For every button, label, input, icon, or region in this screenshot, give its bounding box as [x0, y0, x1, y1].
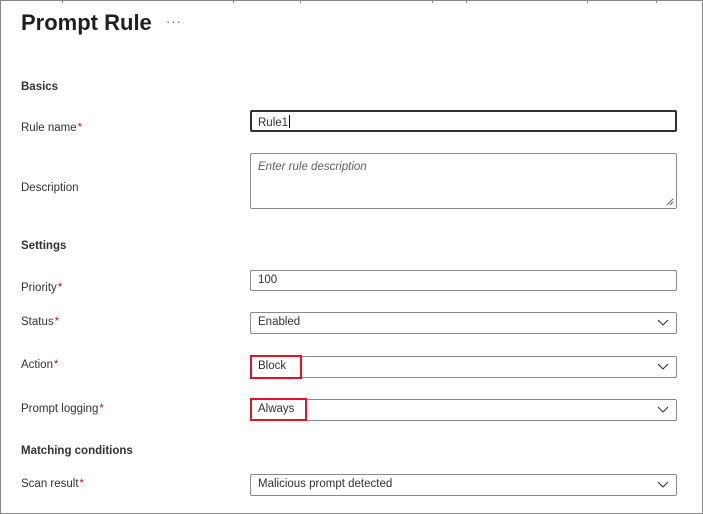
chevron-down-icon — [657, 363, 669, 370]
prompt-logging-label-text: Prompt logging — [21, 403, 99, 415]
priority-value: 100 — [258, 274, 278, 286]
required-mark: * — [79, 478, 85, 490]
resize-grip-icon[interactable] — [666, 198, 674, 206]
priority-label-text: Priority — [21, 282, 57, 294]
priority-input[interactable]: 100 — [250, 270, 677, 291]
priority-label: Priority* — [21, 282, 62, 294]
description-label: Description — [21, 182, 79, 194]
status-value: Enabled — [258, 316, 301, 328]
ellipsis-icon: ··· — [166, 14, 182, 29]
description-textarea[interactable]: Enter rule description — [250, 153, 677, 209]
rule-name-label: Rule name* — [21, 122, 82, 134]
section-heading-settings: Settings — [21, 240, 67, 252]
prompt-logging-label: Prompt logging* — [21, 403, 104, 415]
top-edge-fragments — [0, 0, 703, 4]
page-title: Prompt Rule — [21, 10, 152, 35]
rule-name-value: Rule1 — [258, 117, 289, 129]
scan-result-value: Malicious prompt detected — [258, 478, 393, 490]
required-mark: * — [53, 359, 59, 371]
required-mark: * — [77, 122, 83, 134]
rule-name-input[interactable]: Rule1 — [250, 110, 677, 132]
scan-result-dropdown[interactable]: Malicious prompt detected — [250, 474, 677, 496]
required-mark: * — [57, 282, 63, 294]
chevron-down-icon — [657, 481, 669, 488]
scan-result-label: Scan result* — [21, 478, 84, 490]
description-label-text: Description — [21, 182, 79, 194]
scan-result-label-text: Scan result — [21, 478, 79, 490]
action-dropdown[interactable]: Block — [250, 356, 677, 378]
status-label: Status* — [21, 316, 59, 328]
action-highlight-box — [250, 355, 302, 379]
section-heading-matching-conditions: Matching conditions — [21, 445, 133, 457]
prompt-logging-dropdown[interactable]: Always — [250, 399, 677, 421]
chevron-down-icon — [657, 319, 669, 326]
action-label: Action* — [21, 359, 58, 371]
required-mark: * — [99, 403, 104, 415]
required-mark: * — [54, 316, 60, 328]
status-dropdown[interactable]: Enabled — [250, 312, 677, 334]
chevron-down-icon — [657, 406, 669, 413]
text-caret — [289, 115, 291, 128]
action-label-text: Action — [21, 359, 53, 371]
rule-name-label-text: Rule name — [21, 122, 77, 134]
more-options-button[interactable]: ··· — [166, 14, 182, 29]
section-heading-basics: Basics — [21, 81, 59, 93]
status-label-text: Status — [21, 316, 54, 328]
description-placeholder: Enter rule description — [258, 161, 367, 173]
prompt-logging-highlight-box — [250, 398, 307, 421]
panel-frame — [0, 0, 703, 514]
